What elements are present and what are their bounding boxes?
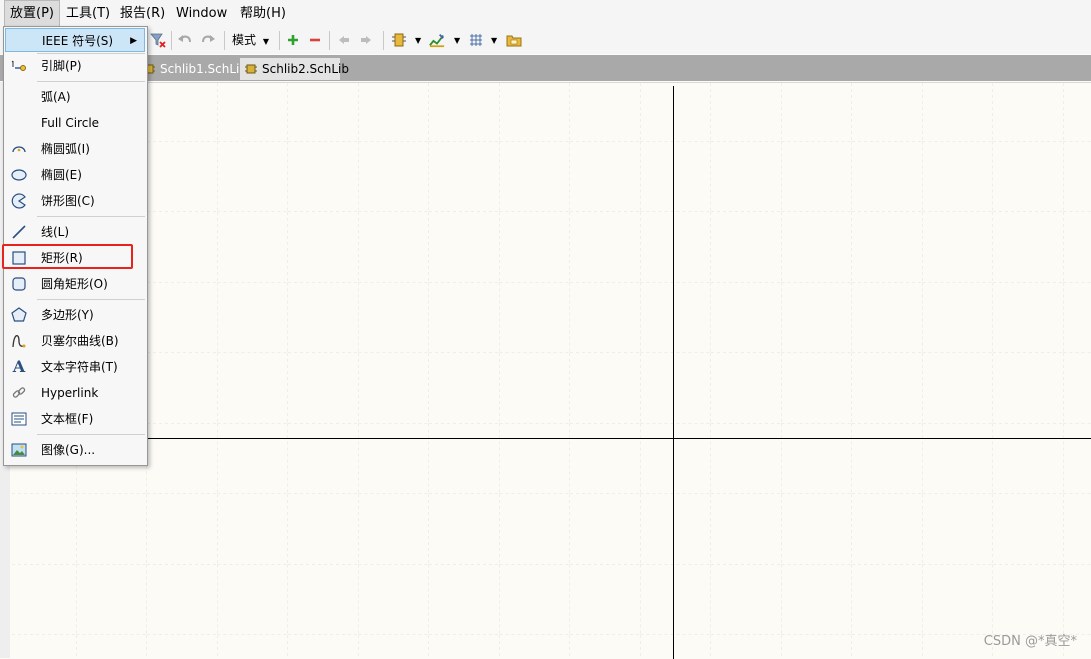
menu-item-ieee-symbols[interactable]: IEEE 符号(S) ▶ (5, 28, 145, 52)
watermark: CSDN @*真空* (983, 634, 1077, 649)
next-icon[interactable] (358, 32, 374, 48)
toolbar-separator (329, 31, 330, 50)
menu-item-ellipse[interactable]: 椭圆(E) (5, 163, 145, 187)
menu-tools[interactable]: 工具(T) (61, 0, 115, 27)
chevron-down-icon[interactable]: ▼ (491, 27, 497, 54)
text-string-icon: A (12, 357, 26, 376)
menu-item-polygon[interactable]: 多边形(Y) (5, 303, 145, 327)
menu-item-arc[interactable]: 弧(A) (5, 85, 145, 109)
tab-label: Schlib1.SchLib (160, 62, 248, 76)
menu-item-label: 文本字符串(T) (41, 360, 118, 374)
menu-item-bezier[interactable]: 贝塞尔曲线(B) (5, 329, 145, 353)
menu-item-label: 图像(G)... (41, 443, 96, 457)
image-icon (11, 443, 27, 457)
filter-clear-icon[interactable] (150, 32, 166, 48)
line-icon (12, 225, 26, 239)
pin-icon (11, 60, 26, 71)
menu-item-line[interactable]: 线(L) (5, 220, 145, 244)
mode-dropdown[interactable]: 模式 ▼ (232, 27, 269, 54)
prev-icon[interactable] (336, 32, 352, 48)
text-frame-icon (11, 412, 27, 426)
menu-item-label: IEEE 符号(S) (42, 34, 114, 48)
menu-item-text-string[interactable]: A 文本字符串(T) (5, 355, 145, 379)
toolbar: 模式 ▼ ▼ ▼ ▼ (0, 27, 1091, 54)
submenu-arrow-icon: ▶ (130, 36, 137, 46)
tab-schlib2[interactable]: Schlib2.SchLib (240, 58, 349, 80)
undo-icon[interactable] (177, 32, 193, 48)
annotation-highlight-box (2, 244, 133, 269)
menu-item-pie[interactable]: 饼形图(C) (5, 189, 145, 213)
menu-item-label: 椭圆弧(I) (41, 142, 90, 156)
menu-help[interactable]: 帮助(H) (235, 0, 291, 27)
menu-item-text-frame[interactable]: 文本框(F) (5, 407, 145, 431)
toolbar-separator (171, 31, 172, 50)
menu-item-pin[interactable]: 引脚(P) (5, 54, 145, 78)
menu-item-label: 引脚(P) (41, 59, 82, 73)
toolbar-separator (224, 31, 225, 50)
toolbar-separator (279, 31, 280, 50)
chevron-down-icon[interactable]: ▼ (454, 27, 460, 54)
menubar: 放置(P) 工具(T) 报告(R) Window 帮助(H) (0, 0, 1091, 27)
tab-label: Schlib2.SchLib (262, 62, 350, 76)
round-rectangle-icon (12, 277, 26, 291)
menu-item-label: 饼形图(C) (41, 194, 95, 208)
menu-item-label: 椭圆(E) (41, 168, 82, 182)
menu-separator (37, 81, 145, 82)
chevron-down-icon: ▼ (262, 37, 269, 46)
edit-pins-icon[interactable] (429, 32, 445, 48)
mode-label: 模式 (232, 33, 257, 47)
menu-item-hyperlink[interactable]: Hyperlink (5, 381, 145, 405)
ellipse-icon (11, 169, 27, 181)
polygon-icon (11, 307, 27, 322)
menu-item-label: 贝塞尔曲线(B) (41, 334, 119, 348)
menu-separator (37, 299, 145, 300)
document-tabbar: Schlib1.SchLib Schlib2.SchLib (0, 55, 1091, 81)
toolbar-separator (383, 31, 384, 50)
origin-horizontal-axis (10, 438, 1091, 439)
menu-item-label: 多边形(Y) (41, 308, 94, 322)
schlib-file-icon (245, 64, 257, 74)
menu-item-full-circle[interactable]: Full Circle (5, 111, 145, 135)
menu-item-label: 圆角矩形(O) (41, 277, 108, 291)
pie-icon (11, 193, 26, 209)
tab-schlib1[interactable]: Schlib1.SchLib (138, 58, 247, 80)
hyperlink-icon (12, 387, 26, 398)
menu-item-label: 线(L) (41, 225, 70, 239)
add-icon[interactable] (285, 32, 301, 48)
menu-item-label: 弧(A) (41, 90, 71, 104)
redo-icon[interactable] (200, 32, 216, 48)
menu-item-label: 文本框(F) (41, 412, 94, 426)
menu-item-image[interactable]: 图像(G)... (5, 438, 145, 462)
schematic-canvas[interactable] (10, 82, 1091, 659)
grid-icon[interactable] (468, 32, 484, 48)
elliptical-arc-icon (12, 146, 26, 153)
remove-icon[interactable] (307, 32, 323, 48)
chevron-down-icon[interactable]: ▼ (415, 27, 421, 54)
grid-lines (10, 83, 1091, 659)
folder-icon[interactable] (506, 32, 522, 48)
menu-item-label: Hyperlink (41, 386, 99, 400)
menu-item-label: Full Circle (41, 116, 100, 130)
menu-window[interactable]: Window (171, 0, 232, 27)
menu-separator (37, 216, 145, 217)
menu-reports[interactable]: 报告(R) (115, 0, 170, 27)
bezier-icon (12, 335, 26, 348)
menu-separator (37, 434, 145, 435)
origin-vertical-axis (673, 86, 674, 659)
menu-place[interactable]: 放置(P) (4, 0, 60, 26)
component-icon[interactable] (391, 32, 407, 48)
menu-item-round-rectangle[interactable]: 圆角矩形(O) (5, 272, 145, 296)
menu-item-elliptical-arc[interactable]: 椭圆弧(I) (5, 137, 145, 161)
